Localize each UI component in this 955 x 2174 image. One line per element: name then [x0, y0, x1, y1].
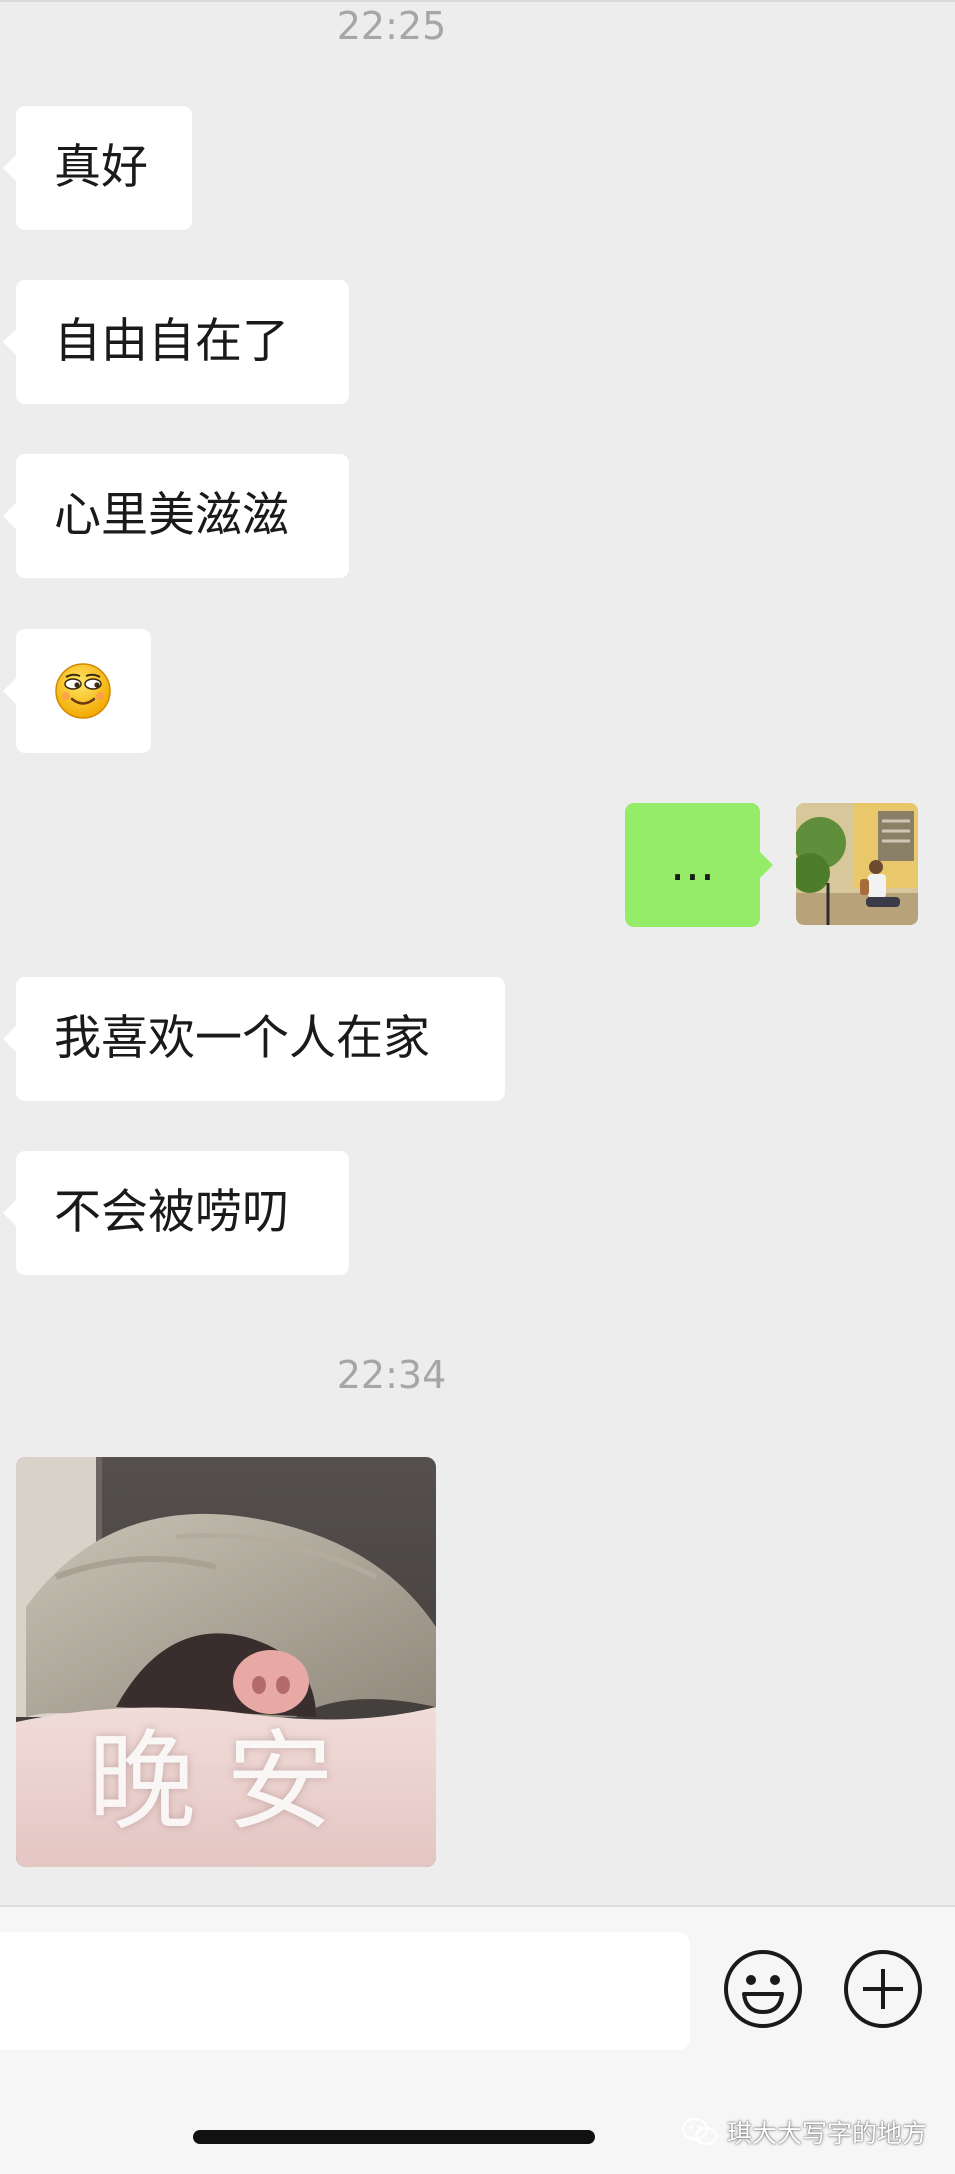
- message-bubble-outgoing[interactable]: ...: [625, 803, 773, 927]
- message-bubble-incoming[interactable]: 自由自在了: [3, 280, 349, 404]
- sticker-message[interactable]: 晚安: [16, 1457, 436, 1867]
- message-bubble-incoming[interactable]: 我喜欢一个人在家: [3, 977, 505, 1101]
- watermark: 琪大大写字的地方: [681, 2111, 927, 2153]
- message-bubble-incoming[interactable]: 心里美滋滋: [3, 454, 349, 578]
- chat-message-list[interactable]: 22:25 真好 自由自在了 心里美滋滋 ... 我喜欢一个人在家 不会被唠叨 …: [0, 0, 955, 1905]
- user-avatar-photo: [796, 803, 918, 925]
- wechat-icon: [681, 2117, 718, 2146]
- emoji-icon[interactable]: [722, 1948, 804, 2030]
- watermark-text: 琪大大写字的地方: [726, 2119, 927, 2148]
- message-bubble-incoming[interactable]: 真好: [3, 106, 192, 230]
- plus-icon[interactable]: [842, 1948, 924, 2030]
- message-text: 自由自在了: [54, 314, 289, 369]
- message-bubble-incoming-emoji[interactable]: [3, 629, 151, 753]
- message-input[interactable]: [0, 1932, 690, 2050]
- message-text: 心里美滋滋: [54, 488, 289, 543]
- timestamp: 22:25: [336, 4, 447, 48]
- message-text: 我喜欢一个人在家: [54, 1011, 430, 1066]
- message-text: ...: [670, 837, 715, 892]
- message-bubble-incoming[interactable]: 不会被唠叨: [3, 1151, 349, 1275]
- smirk-emoji-icon: [55, 663, 111, 719]
- message-text: 真好: [54, 140, 148, 195]
- message-text: 不会被唠叨: [54, 1185, 289, 1240]
- home-indicator[interactable]: [193, 2130, 595, 2144]
- timestamp: 22:34: [336, 1353, 447, 1397]
- sticker-caption: 晚安: [87, 1720, 364, 1845]
- avatar[interactable]: [796, 803, 918, 925]
